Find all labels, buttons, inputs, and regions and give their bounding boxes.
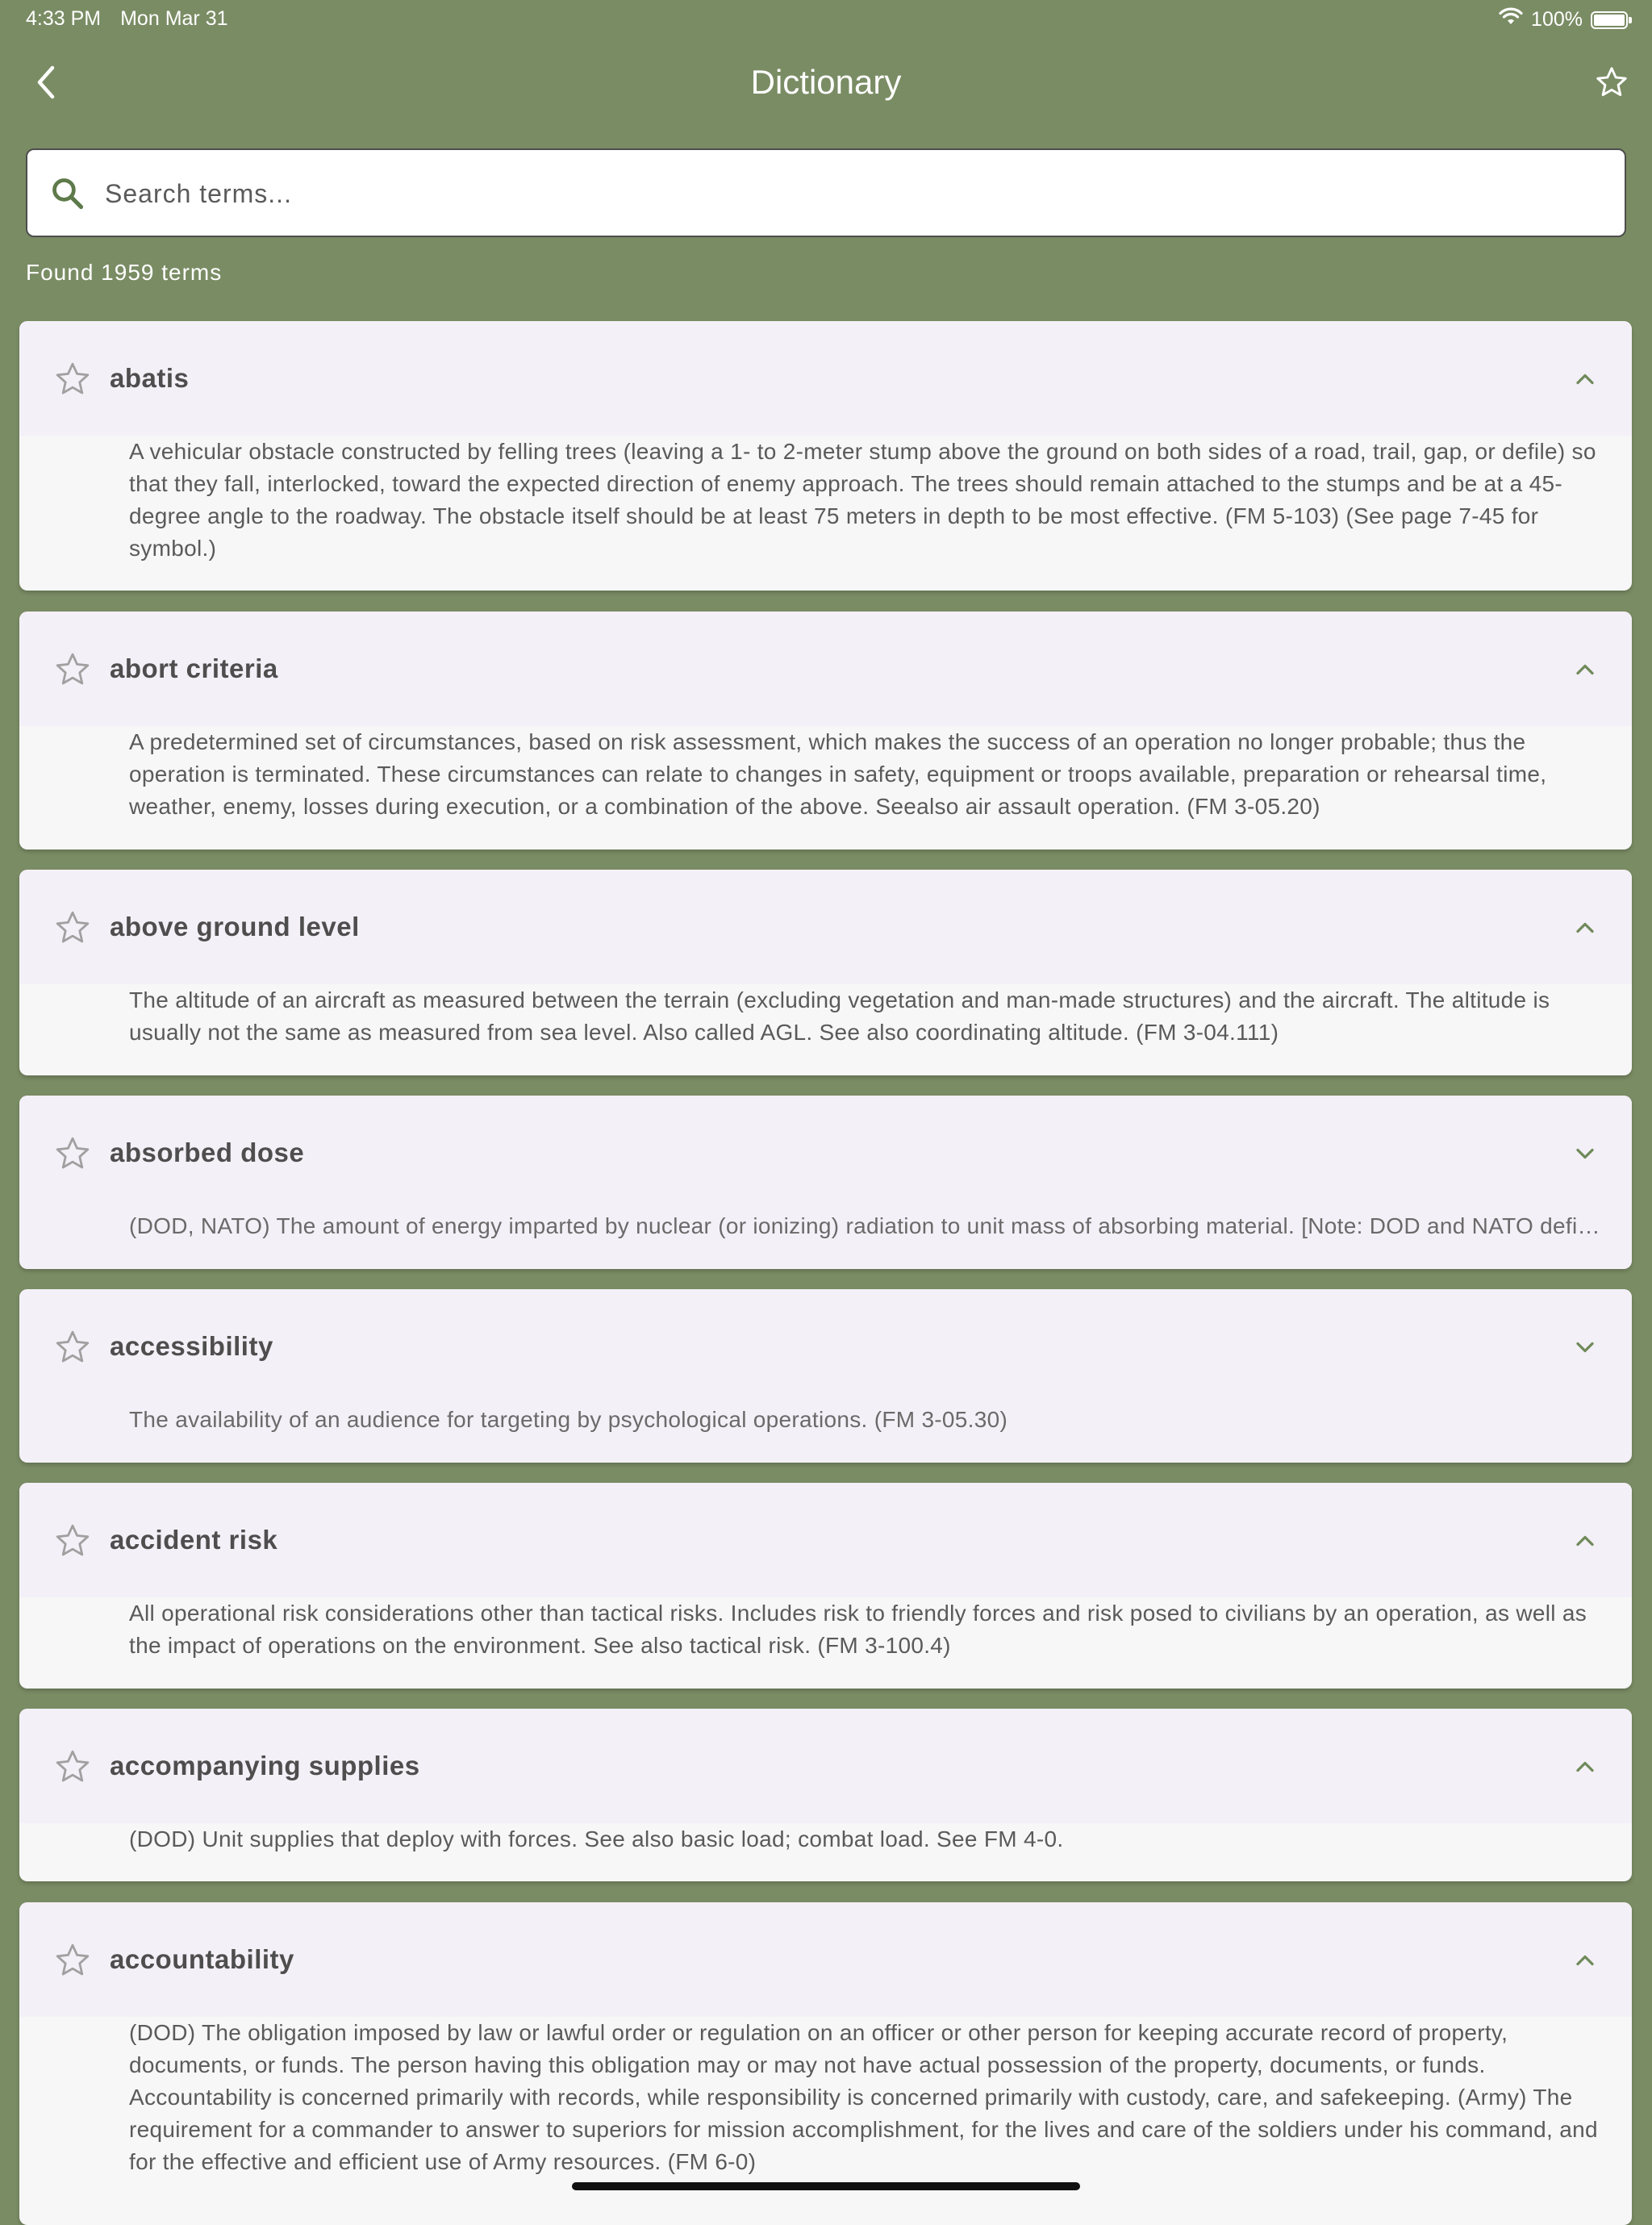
term-title: abatis	[110, 363, 190, 393]
term-card-header[interactable]: accountability	[19, 1902, 1632, 2017]
chevron-up-icon[interactable]	[1571, 655, 1600, 684]
favorites-button[interactable]	[1589, 60, 1634, 105]
star-outline-icon	[1596, 67, 1627, 97]
term-definition: (DOD) Unit supplies that deploy with for…	[129, 1826, 1064, 1851]
status-date: Mon Mar 31	[120, 7, 228, 30]
term-title: accident risk	[110, 1525, 278, 1555]
term-title: abort criteria	[110, 653, 278, 683]
star-outline-icon[interactable]	[53, 1134, 92, 1173]
term-card-header[interactable]: absorbed dose	[19, 1096, 1632, 1210]
wifi-icon	[1499, 7, 1523, 32]
battery-percent: 100%	[1531, 8, 1583, 31]
term-card-header[interactable]: above ground level	[19, 870, 1632, 984]
term-title: accompanying supplies	[110, 1751, 420, 1780]
term-card[interactable]: absorbed dose (DOD, NATO) The amount of …	[19, 1096, 1632, 1269]
term-title: absorbed dose	[110, 1138, 305, 1167]
term-card-header[interactable]: accessibility	[19, 1289, 1632, 1404]
term-definition-preview: (DOD, NATO) The amount of energy imparte…	[129, 1213, 1632, 1238]
result-count: Found 1959 terms	[26, 260, 223, 285]
term-card-header[interactable]: accompanying supplies	[19, 1709, 1632, 1823]
term-card-header[interactable]: abatis	[19, 321, 1632, 436]
star-outline-icon[interactable]	[53, 650, 92, 689]
status-time: 4:33 PM	[26, 7, 102, 30]
chevron-up-icon[interactable]	[1571, 1752, 1600, 1781]
term-title: above ground level	[110, 912, 360, 941]
chevron-up-icon[interactable]	[1571, 1526, 1600, 1555]
chevron-down-icon[interactable]	[1571, 1333, 1600, 1362]
term-definition: All operational risk considerations othe…	[129, 1601, 1587, 1658]
home-indicator	[572, 2182, 1080, 2190]
term-definition: (DOD) The obligation imposed by law or l…	[129, 2020, 1598, 2174]
term-definition: A predetermined set of circumstances, ba…	[129, 729, 1547, 819]
term-definition: The altitude of an aircraft as measured …	[129, 987, 1550, 1045]
term-definition-preview: The availability of an audience for targ…	[129, 1407, 1008, 1432]
term-card-header[interactable]: accident risk	[19, 1483, 1632, 1597]
search-icon	[52, 178, 84, 210]
term-card[interactable]: abort criteria A predetermined set of ci…	[19, 612, 1632, 850]
status-right: 100%	[1499, 7, 1632, 32]
battery-level	[1594, 14, 1625, 26]
chevron-up-icon[interactable]	[1571, 913, 1600, 942]
term-card[interactable]: above ground level The altitude of an ai…	[19, 870, 1632, 1075]
term-title: accountability	[110, 1944, 294, 1974]
term-card-header[interactable]: abort criteria	[19, 612, 1632, 726]
status-left: 4:33 PM Mon Mar 31	[26, 7, 228, 31]
star-outline-icon[interactable]	[53, 1522, 92, 1560]
term-card[interactable]: accompanying supplies (DOD) Unit supplie…	[19, 1709, 1632, 1881]
star-outline-icon[interactable]	[53, 1747, 92, 1786]
term-card[interactable]: accountability (DOD) The obligation impo…	[19, 1902, 1632, 2225]
term-definition: A vehicular obstacle constructed by fell…	[129, 439, 1596, 561]
nav-bar: Dictionary	[0, 47, 1652, 121]
term-card[interactable]: accident risk All operational risk consi…	[19, 1483, 1632, 1689]
star-outline-icon[interactable]	[53, 1941, 92, 1980]
chevron-down-icon[interactable]	[1571, 1139, 1600, 1168]
term-card[interactable]: abatis A vehicular obstacle constructed …	[19, 321, 1632, 591]
star-outline-icon[interactable]	[53, 908, 92, 947]
chevron-up-icon[interactable]	[1571, 365, 1600, 394]
term-card[interactable]: accessibility The availability of an aud…	[19, 1289, 1632, 1463]
page-title: Dictionary	[750, 63, 902, 101]
status-bar: 4:33 PM Mon Mar 31 100%	[0, 0, 1652, 37]
term-title: accessibility	[110, 1331, 273, 1361]
battery-icon	[1591, 10, 1632, 29]
chevron-up-icon[interactable]	[1571, 1946, 1600, 1975]
search-bar[interactable]	[26, 148, 1626, 237]
search-input[interactable]	[103, 150, 1607, 237]
star-outline-icon[interactable]	[53, 1328, 92, 1367]
star-outline-icon[interactable]	[53, 360, 92, 399]
